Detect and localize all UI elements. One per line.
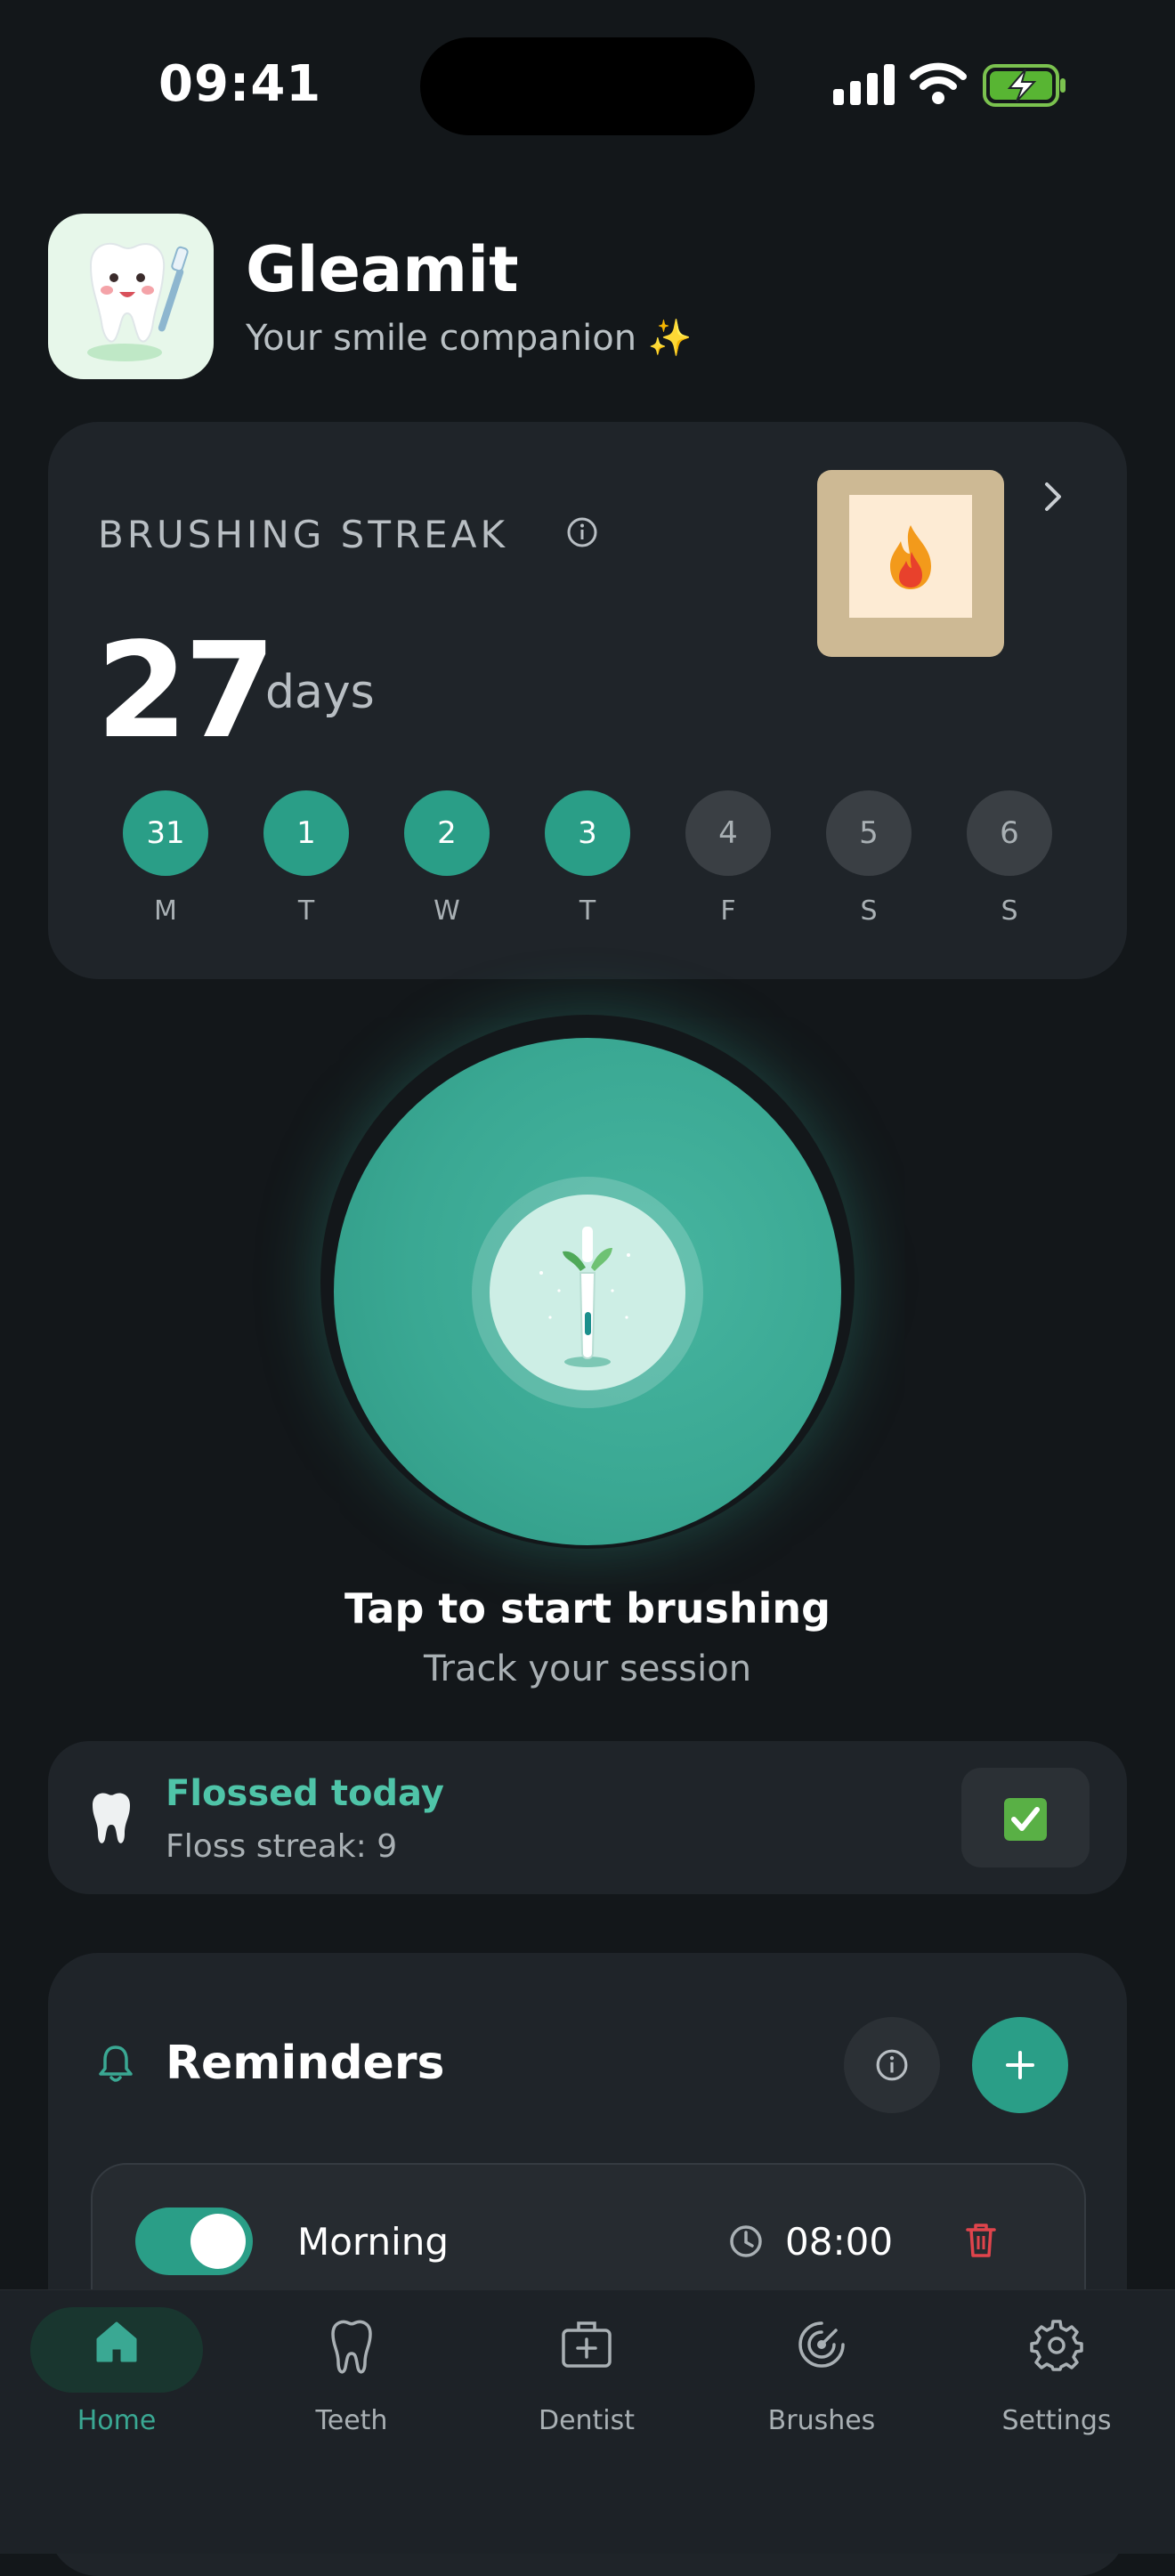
reminders-info-button[interactable]: [844, 2017, 940, 2113]
dynamic-island: [420, 37, 755, 135]
tab-settings[interactable]: Settings: [940, 2289, 1173, 2450]
bell-icon: [99, 2045, 133, 2082]
streak-title: BRUSHING STREAK: [98, 513, 508, 556]
tab-brushes[interactable]: Brushes: [705, 2289, 938, 2450]
streak-unit: days: [265, 666, 375, 719]
battery-charging-icon: [983, 64, 1066, 107]
streak-count: 27: [96, 614, 276, 767]
streak-day-circle: 1: [263, 790, 349, 876]
info-icon: [876, 2049, 908, 2081]
streak-day-label: S: [1001, 895, 1018, 927]
gear-icon: [1030, 2320, 1083, 2371]
streak-day-circle: 6: [967, 790, 1052, 876]
flame-icon: [890, 525, 931, 589]
streak-day-label: W: [434, 895, 460, 927]
streak-day-circle: 31: [123, 790, 208, 876]
cellular-signal-icon: [833, 64, 895, 105]
reminder-label: Morning: [297, 2220, 450, 2264]
streak-day-label: F: [720, 895, 736, 927]
tab-label: Settings: [1001, 2405, 1112, 2436]
check-icon: [1004, 1798, 1047, 1841]
tooth-icon: [331, 2320, 372, 2374]
floss-streak: Floss streak: 9: [166, 1828, 398, 1865]
streak-day-circle: 5: [826, 790, 912, 876]
tab-dentist[interactable]: Dentist: [470, 2289, 703, 2450]
chevron-right-icon[interactable]: [1041, 479, 1065, 514]
floss-title: Flossed today: [166, 1773, 444, 1814]
tab-label: Home: [77, 2405, 157, 2436]
home-icon: [96, 2321, 137, 2362]
streak-day-label: T: [297, 895, 315, 927]
streak-day-label: S: [860, 895, 878, 927]
info-icon[interactable]: [566, 516, 598, 548]
toothbrush-icon: [539, 1227, 630, 1367]
tab-label: Brushes: [767, 2405, 876, 2436]
tab-label: Dentist: [538, 2405, 636, 2436]
trash-icon[interactable]: [965, 2222, 997, 2259]
streak-day-circle: 4: [685, 790, 771, 876]
app-subtitle: Your smile companion ✨: [246, 318, 693, 359]
tab-home[interactable]: Home: [0, 2289, 233, 2450]
streak-day-circle: 3: [545, 790, 630, 876]
start-brushing-subtitle: Track your session: [423, 1648, 752, 1689]
app-logo: [48, 214, 214, 379]
add-reminder-button[interactable]: [972, 2017, 1068, 2113]
streak-day-circle: 2: [404, 790, 490, 876]
reminder-time[interactable]: 08:00: [785, 2220, 893, 2264]
medical-kit-icon: [562, 2321, 612, 2368]
plus-icon: [1006, 2051, 1034, 2079]
tooth-mascot-icon: [87, 242, 189, 361]
toggle-knob: [190, 2214, 246, 2269]
streak-day-label: T: [579, 895, 596, 927]
app-title: Gleamit: [246, 233, 519, 306]
wifi-icon: [910, 62, 967, 104]
status-time: 09:41: [158, 55, 322, 113]
brush-head-icon: [798, 2321, 845, 2368]
tab-teeth[interactable]: Teeth: [235, 2289, 468, 2450]
reminders-title: Reminders: [166, 2037, 445, 2090]
clock-icon: [730, 2225, 762, 2257]
tooth-icon: [93, 1793, 130, 1843]
streak-day-label: M: [154, 895, 177, 927]
tab-label: Teeth: [315, 2405, 388, 2436]
start-brushing-title: Tap to start brushing: [344, 1584, 831, 1632]
